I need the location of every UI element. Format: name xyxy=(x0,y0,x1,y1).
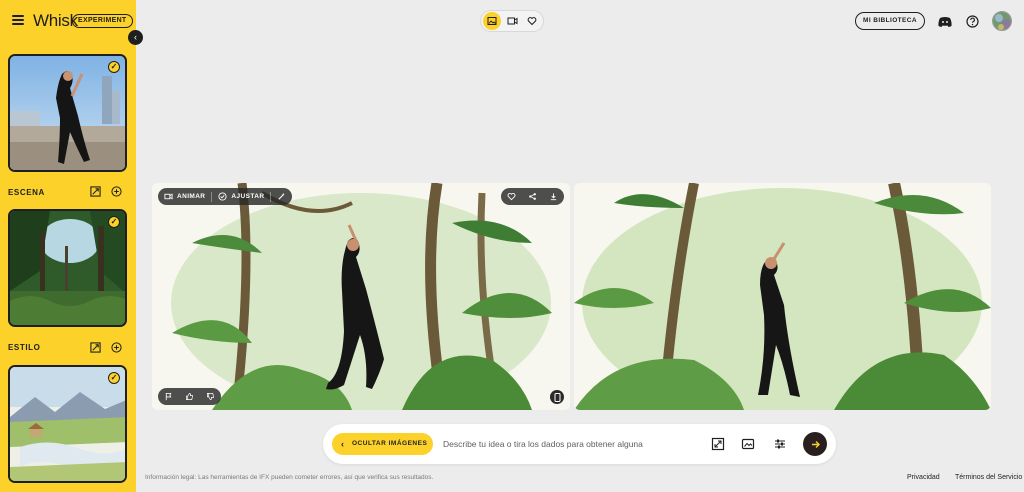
sidebar: Whisk EXPERIMENT ✓ ESCENA ✓ ESTILO ✓ xyxy=(0,0,136,492)
scene-image xyxy=(10,211,125,325)
hide-images-label: OCULTAR IMÁGENES xyxy=(352,440,428,447)
add-scene-icon[interactable] xyxy=(111,186,122,197)
brand-row: Whisk EXPERIMENT xyxy=(0,0,136,42)
mobile-view-button[interactable] xyxy=(550,390,564,404)
download-icon xyxy=(550,193,557,201)
animate-label: ANIMAR xyxy=(177,193,206,200)
favorites-mode-button[interactable] xyxy=(523,12,541,30)
download-button[interactable] xyxy=(543,188,564,205)
refine-button[interactable] xyxy=(271,188,292,205)
selected-check-icon: ✓ xyxy=(108,372,120,384)
subject-image xyxy=(10,56,125,170)
hide-images-button[interactable]: ‹ OCULTAR IMÁGENES xyxy=(332,433,433,455)
video-icon xyxy=(164,193,173,200)
aspect-ratio-icon[interactable] xyxy=(711,437,725,451)
phone-icon xyxy=(554,392,560,402)
submit-button[interactable] xyxy=(803,432,827,456)
report-button[interactable] xyxy=(158,388,179,405)
image-mode-button[interactable] xyxy=(483,12,501,30)
help-icon[interactable] xyxy=(966,15,979,28)
collapse-sidebar-button[interactable]: ‹ xyxy=(128,30,143,45)
share-icon xyxy=(529,193,536,200)
result-image-2[interactable] xyxy=(574,183,991,410)
add-style-icon[interactable] xyxy=(111,342,122,353)
video-icon xyxy=(507,17,517,25)
prompt-input[interactable] xyxy=(443,434,703,454)
style-image xyxy=(10,367,125,481)
video-mode-button[interactable] xyxy=(503,12,521,30)
thumbs-up-button[interactable] xyxy=(179,388,200,405)
image-share-toolbar xyxy=(501,188,564,205)
settings-sliders-icon[interactable] xyxy=(773,437,787,451)
flag-icon xyxy=(165,392,172,401)
menu-icon[interactable] xyxy=(12,15,24,25)
feedback-toolbar xyxy=(158,388,221,405)
style-section-label: ESTILO xyxy=(8,343,41,352)
discord-icon[interactable] xyxy=(938,16,952,27)
share-button[interactable] xyxy=(522,188,543,205)
legal-notice: Información legal: Las herramientas de I… xyxy=(145,474,434,481)
collapse-style-icon[interactable] xyxy=(90,342,101,353)
adjust-button[interactable]: AJUSTAR xyxy=(212,188,270,205)
thumbs-up-icon xyxy=(185,392,194,401)
experiment-badge: EXPERIMENT xyxy=(72,14,133,28)
scene-card[interactable]: ✓ xyxy=(8,209,127,327)
check-circle-icon xyxy=(218,192,227,201)
wand-icon xyxy=(278,193,285,200)
avatar[interactable] xyxy=(992,11,1012,31)
thumbs-down-icon xyxy=(206,392,215,401)
arrow-right-icon xyxy=(811,440,820,448)
selected-check-icon: ✓ xyxy=(108,61,120,73)
favorite-button[interactable] xyxy=(501,188,522,205)
generated-image xyxy=(574,183,991,410)
heart-icon xyxy=(507,193,516,201)
privacy-link[interactable]: Privacidad xyxy=(907,474,940,481)
result-image-1[interactable]: ANIMAR AJUSTAR xyxy=(152,183,570,410)
animate-button[interactable]: ANIMAR xyxy=(158,188,211,205)
heart-icon xyxy=(527,17,537,26)
generated-image xyxy=(152,183,570,410)
image-frame-icon[interactable] xyxy=(741,437,755,451)
style-card[interactable]: ✓ xyxy=(8,365,127,483)
prompt-bar: ‹ OCULTAR IMÁGENES xyxy=(323,424,836,464)
image-icon xyxy=(487,17,497,25)
mode-switch xyxy=(480,10,544,32)
image-actions-toolbar: ANIMAR AJUSTAR xyxy=(158,188,293,205)
avatar-image xyxy=(993,12,1011,30)
adjust-label: AJUSTAR xyxy=(231,193,265,200)
thumbs-down-button[interactable] xyxy=(200,388,221,405)
scene-section-label: ESCENA xyxy=(8,188,45,197)
chevron-left-icon: ‹ xyxy=(341,439,345,449)
selected-check-icon: ✓ xyxy=(108,216,120,228)
collapse-scene-icon[interactable] xyxy=(90,186,101,197)
terms-link[interactable]: Términos del Servicio xyxy=(955,474,1022,481)
my-library-button[interactable]: MI BIBLIOTECA xyxy=(855,12,925,30)
subject-card[interactable]: ✓ xyxy=(8,54,127,172)
